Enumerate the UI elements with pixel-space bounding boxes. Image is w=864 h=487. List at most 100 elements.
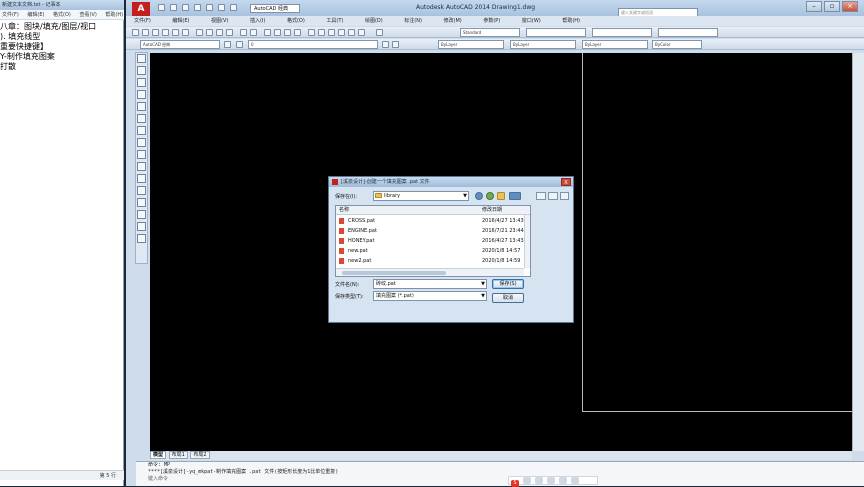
- qa-save-icon[interactable]: [182, 4, 189, 11]
- markup-icon[interactable]: [348, 29, 355, 36]
- ime-punct-icon[interactable]: [535, 477, 543, 484]
- filetype-select[interactable]: 填充图案 (*.pat) ▼: [373, 291, 487, 301]
- polygon-icon[interactable]: [137, 90, 146, 99]
- ime-keyboard-icon[interactable]: [559, 477, 567, 484]
- qa-plot-icon[interactable]: [206, 4, 213, 11]
- close-button[interactable]: ×: [842, 1, 858, 12]
- make-current-icon[interactable]: [382, 41, 389, 48]
- scroll-thumb[interactable]: [342, 271, 446, 275]
- insert-block-icon[interactable]: [137, 186, 146, 195]
- print-icon[interactable]: [162, 29, 169, 36]
- tools-icon[interactable]: [548, 192, 558, 200]
- minimize-button[interactable]: –: [806, 1, 822, 12]
- menu-parametric[interactable]: 参数(P): [483, 18, 500, 24]
- zoom-previous-icon[interactable]: [294, 29, 301, 36]
- file-row[interactable]: ENGINE.pat 2016/7/21 23:44: [336, 226, 524, 236]
- file-row[interactable]: new.pat 2020/1/8 14:57: [336, 246, 524, 256]
- qa-redo-icon[interactable]: [230, 4, 237, 11]
- zoom-realtime-icon[interactable]: [274, 29, 281, 36]
- menu-edit[interactable]: 编辑(E): [172, 18, 189, 24]
- table-style-select[interactable]: [592, 28, 652, 37]
- zoom-window-icon[interactable]: [284, 29, 291, 36]
- rectangle-icon[interactable]: [137, 102, 146, 111]
- save-icon[interactable]: [152, 29, 159, 36]
- calculator-icon[interactable]: [358, 29, 365, 36]
- tab-layout2[interactable]: 布局2: [190, 451, 210, 459]
- dialog-close-button[interactable]: X: [561, 178, 571, 186]
- ellipse-icon[interactable]: [137, 162, 146, 171]
- file-row[interactable]: CROSS.pat 2016/4/27 13:43: [336, 216, 524, 226]
- circle-icon[interactable]: [137, 126, 146, 135]
- layer-select[interactable]: 0: [248, 40, 378, 49]
- notepad-menu-file[interactable]: 文件(F): [0, 12, 19, 18]
- qa-open-icon[interactable]: [170, 4, 177, 11]
- autocad-logo-icon[interactable]: A: [132, 2, 150, 16]
- arc-icon[interactable]: [137, 114, 146, 123]
- tool-palettes-icon[interactable]: [328, 29, 335, 36]
- menu-view[interactable]: 视图(V): [211, 18, 228, 24]
- notepad-menu-format[interactable]: 格式(O): [51, 12, 71, 18]
- command-input[interactable]: 键入命令: [148, 476, 864, 483]
- ellipse-arc-icon[interactable]: [137, 174, 146, 183]
- ime-settings-icon[interactable]: [571, 477, 579, 484]
- new-icon[interactable]: [132, 29, 139, 36]
- ime-voice-icon[interactable]: [547, 477, 555, 484]
- restore-button[interactable]: ▫: [824, 1, 840, 12]
- hatch-icon[interactable]: [137, 222, 146, 231]
- undo-icon[interactable]: [240, 29, 247, 36]
- plotstyle-select[interactable]: ByColor: [652, 40, 702, 49]
- layer-properties-icon[interactable]: [236, 41, 243, 48]
- redo-icon[interactable]: [250, 29, 257, 36]
- lineweight-select[interactable]: ByLayer: [582, 40, 648, 49]
- construction-line-icon[interactable]: [137, 66, 146, 75]
- new-folder-icon[interactable]: [497, 192, 505, 200]
- tab-layout1[interactable]: 布局1: [168, 451, 188, 459]
- file-list-vertical-scrollbar[interactable]: [524, 215, 530, 268]
- qa-new-icon[interactable]: [158, 4, 165, 11]
- layer-previous-icon[interactable]: [392, 41, 399, 48]
- notepad-menu-help[interactable]: 帮助(H): [103, 12, 123, 18]
- menu-draw[interactable]: 绘图(D): [365, 18, 383, 24]
- pan-icon[interactable]: [264, 29, 271, 36]
- notepad-menu-edit[interactable]: 编辑(E): [25, 12, 44, 18]
- multileader-style-select[interactable]: [658, 28, 718, 37]
- cut-icon[interactable]: [196, 29, 203, 36]
- notepad-text-area[interactable]: 八章：图块/填充/图层/视口 ). 填充线型 重要快捷键】 Y-制作填充图案 打…: [0, 22, 124, 72]
- qa-saveas-icon[interactable]: [194, 4, 201, 11]
- menu-dimension[interactable]: 标注(N): [404, 18, 422, 24]
- color-select[interactable]: ByLayer: [438, 40, 504, 49]
- menu-window[interactable]: 窗口(W): [522, 18, 541, 24]
- paste-icon[interactable]: [216, 29, 223, 36]
- column-date[interactable]: 修改日期: [482, 206, 502, 215]
- views-menu-icon[interactable]: [509, 192, 521, 200]
- linetype-select[interactable]: ByLayer: [510, 40, 576, 49]
- text-style-select[interactable]: Standard: [460, 28, 520, 37]
- menu-help[interactable]: 帮助(H): [562, 18, 580, 24]
- menu-format[interactable]: 格式(O): [287, 18, 305, 24]
- workspace-settings-icon[interactable]: [224, 41, 231, 48]
- menu-modify[interactable]: 修改(M): [444, 18, 462, 24]
- menu-insert[interactable]: 插入(I): [250, 18, 265, 24]
- make-block-icon[interactable]: [137, 198, 146, 207]
- gradient-icon[interactable]: [137, 234, 146, 243]
- filename-input[interactable]: 砖纹.pat ▼: [373, 279, 487, 289]
- preview-icon[interactable]: [172, 29, 179, 36]
- file-row[interactable]: new2.pat 2020/1/8 14:59: [336, 256, 524, 266]
- search-icon[interactable]: [536, 192, 546, 200]
- publish-icon[interactable]: [182, 29, 189, 36]
- open-icon[interactable]: [142, 29, 149, 36]
- menu-file[interactable]: 文件(F): [134, 18, 151, 24]
- file-list[interactable]: 名称 修改日期 CROSS.pat 2016/4/27 13:43 ENGINE…: [335, 205, 531, 277]
- polyline-icon[interactable]: [137, 78, 146, 87]
- preview-toggle-icon[interactable]: [560, 192, 569, 200]
- menu-tools[interactable]: 工具(T): [326, 18, 343, 24]
- save-button[interactable]: 保存(S): [492, 279, 524, 289]
- command-line[interactable]: 命令: MP ****[溪泉设计]-yq_mkpat-制作填充图案 .pat 文…: [136, 461, 864, 486]
- help-icon[interactable]: [376, 29, 383, 36]
- point-icon[interactable]: [137, 210, 146, 219]
- workspace-select[interactable]: AutoCAD 经典: [250, 4, 300, 13]
- revision-cloud-icon[interactable]: [137, 138, 146, 147]
- dim-style-select[interactable]: [526, 28, 586, 37]
- file-list-horizontal-scrollbar[interactable]: [336, 268, 524, 276]
- workspace-toolbar-select[interactable]: AutoCAD 经典: [140, 40, 220, 49]
